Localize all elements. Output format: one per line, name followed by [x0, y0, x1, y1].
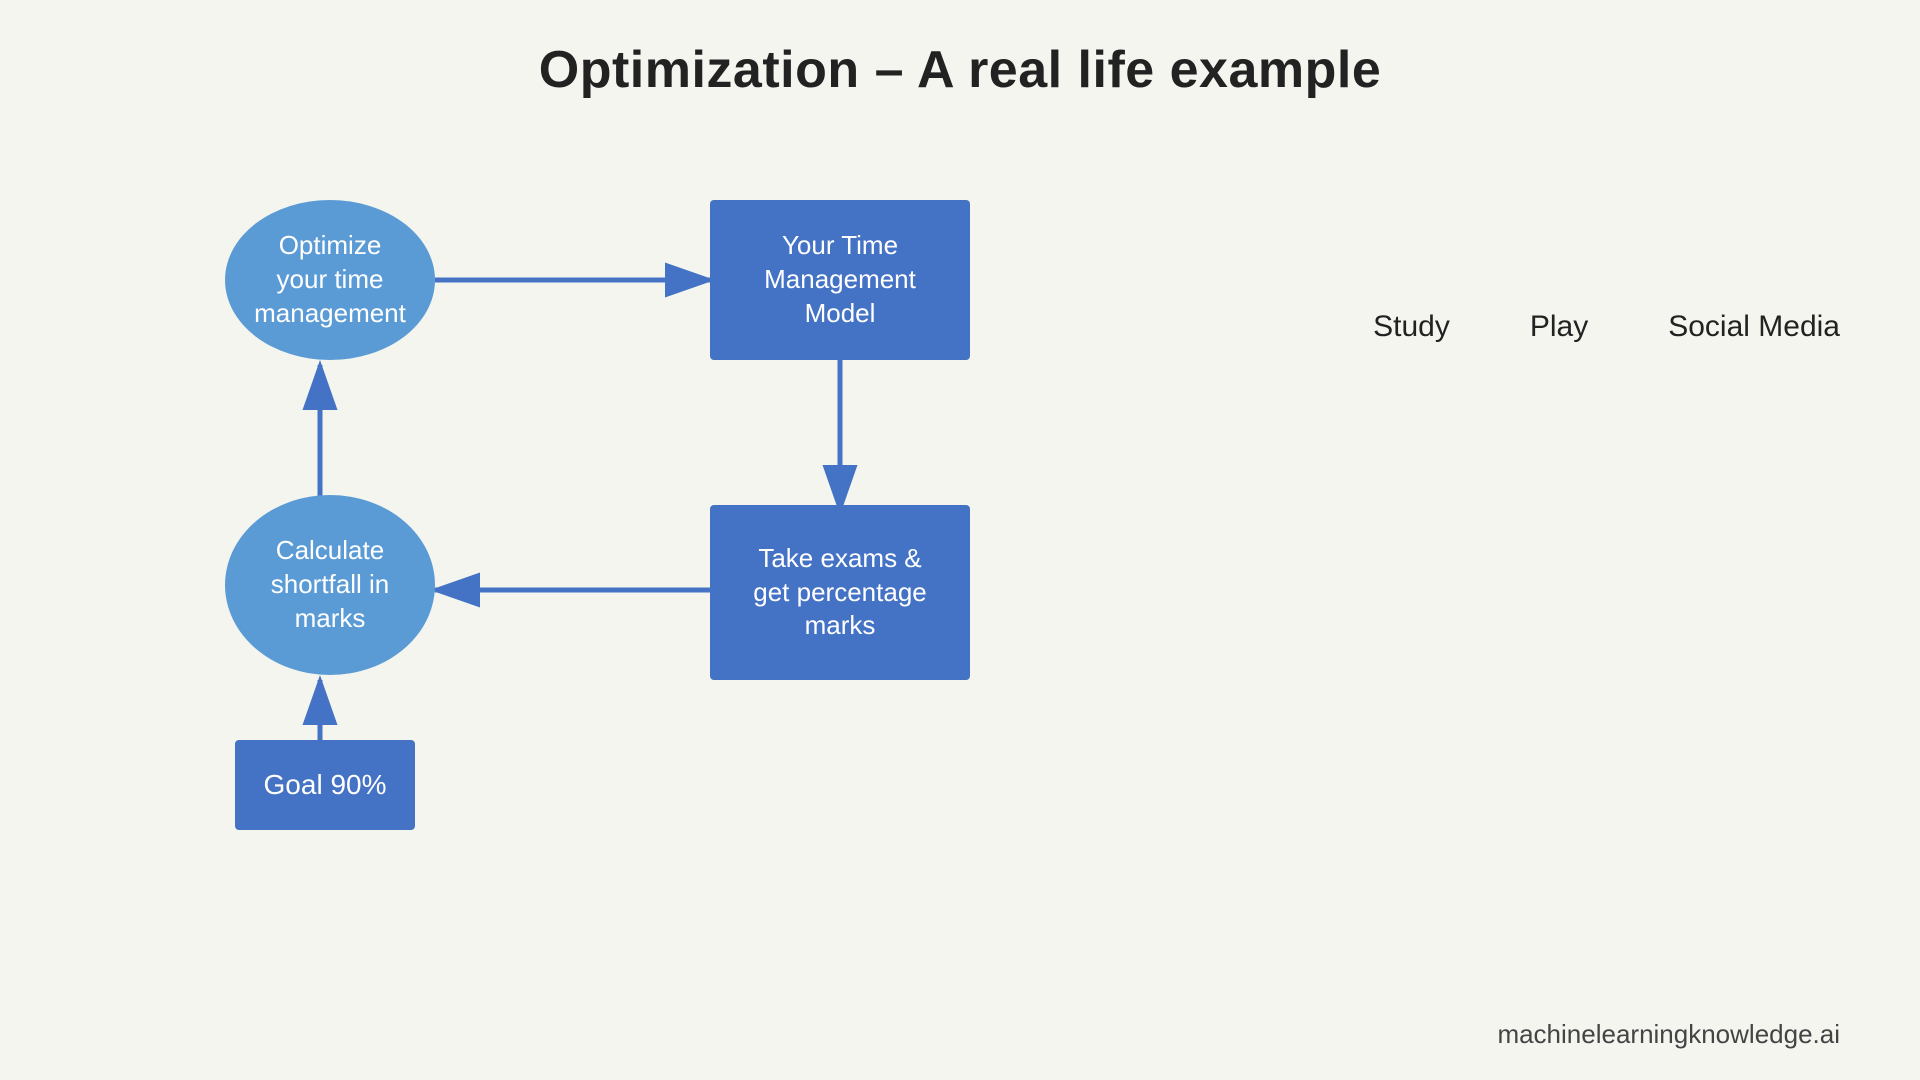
- page-title: Optimization – A real life example: [0, 0, 1920, 100]
- goal-node: Goal 90%: [235, 740, 415, 830]
- time-model-node: Your Time Management Model: [710, 200, 970, 360]
- study-label: Study: [1373, 310, 1450, 344]
- take-exams-node: Take exams & get percentage marks: [710, 505, 970, 680]
- diagram-container: Optimize your time management Your Time …: [220, 150, 1040, 850]
- side-labels-container: Study Play Social Media: [1373, 310, 1840, 344]
- footer: machinelearningknowledge.ai: [1497, 1019, 1840, 1050]
- social-media-label: Social Media: [1668, 310, 1840, 344]
- play-label: Play: [1530, 310, 1588, 344]
- calculate-node: Calculate shortfall in marks: [225, 495, 435, 675]
- optimize-node: Optimize your time management: [225, 200, 435, 360]
